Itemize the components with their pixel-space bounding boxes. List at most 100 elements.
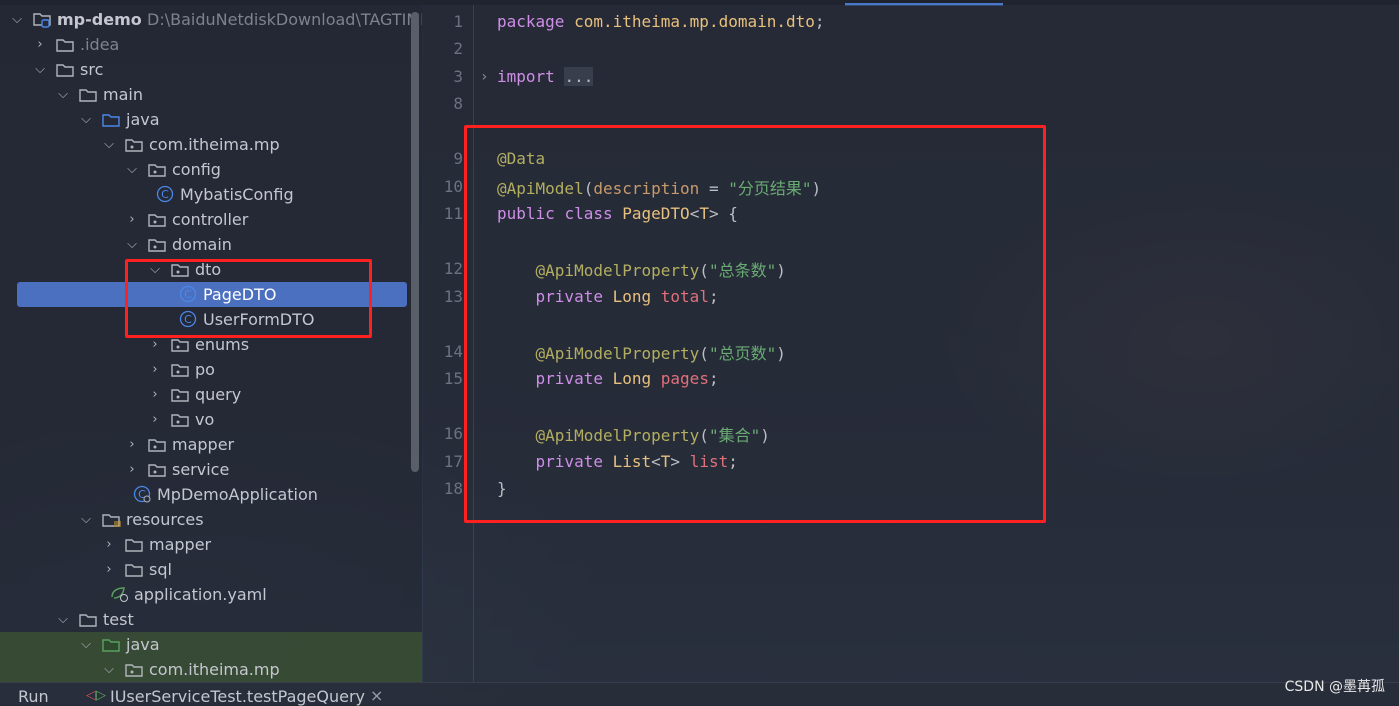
tree-item-label: resources bbox=[126, 510, 204, 529]
tree-item[interactable]: › controller bbox=[0, 207, 422, 232]
line-number: 11 bbox=[443, 204, 463, 223]
code-line[interactable]: 8 bbox=[423, 90, 1399, 117]
chevron-down-icon[interactable]: ⌵ bbox=[56, 87, 70, 102]
tree-item[interactable]: ⌵ com.itheima.mp bbox=[0, 657, 422, 682]
tree-item[interactable]: ⌵ domain bbox=[0, 232, 422, 257]
tree-item[interactable]: › mapper bbox=[0, 532, 422, 557]
chevron-right-icon[interactable]: › bbox=[102, 562, 116, 577]
chevron-right-icon[interactable]: › bbox=[125, 212, 139, 227]
tree-item-label: MpDemoApplication bbox=[157, 485, 318, 504]
tree-item[interactable]: › mapper bbox=[0, 432, 422, 457]
spring-boot-class-icon: C bbox=[133, 485, 151, 503]
tree-item-label: vo bbox=[195, 410, 215, 429]
line-number: 12 bbox=[443, 259, 463, 278]
resources-folder-icon bbox=[102, 512, 121, 527]
tree-item-label: com.itheima.mp bbox=[149, 135, 280, 154]
package-icon bbox=[148, 237, 166, 252]
chevron-down-icon[interactable]: ⌵ bbox=[79, 512, 93, 527]
tree-item-label: service bbox=[172, 460, 230, 479]
chevron-down-icon[interactable]: ⌵ bbox=[79, 637, 93, 652]
package-icon bbox=[148, 437, 166, 452]
tree-item[interactable]: C MybatisConfig bbox=[0, 182, 422, 207]
chevron-down-icon[interactable]: ⌵ bbox=[56, 612, 70, 627]
tree-item[interactable]: › query bbox=[0, 382, 422, 407]
run-tool-label[interactable]: Run bbox=[18, 687, 49, 706]
tree-item[interactable]: ⌵ test bbox=[0, 607, 422, 632]
line-number: 16 bbox=[443, 424, 463, 443]
project-tree-scrollbar[interactable] bbox=[411, 12, 419, 472]
tree-item-label: query bbox=[195, 385, 242, 404]
tree-item[interactable]: C MpDemoApplication bbox=[0, 482, 422, 507]
highlight-box-code bbox=[464, 125, 1046, 523]
package-icon bbox=[171, 337, 189, 352]
tree-item[interactable]: › po bbox=[0, 357, 422, 382]
code-token: ... bbox=[564, 67, 594, 86]
chevron-down-icon[interactable]: ⌵ bbox=[125, 162, 139, 177]
chevron-right-icon[interactable]: › bbox=[102, 537, 116, 552]
package-icon bbox=[148, 162, 166, 177]
line-number: 9 bbox=[453, 149, 463, 168]
tree-item-label: mapper bbox=[149, 535, 212, 554]
package-icon bbox=[125, 137, 143, 152]
code-token: ; bbox=[814, 12, 825, 31]
class-icon: C bbox=[156, 185, 174, 203]
tree-item[interactable]: ⌵ resources bbox=[0, 507, 422, 532]
chevron-down-icon[interactable]: ⌵ bbox=[125, 237, 139, 252]
chevron-right-icon[interactable]: › bbox=[125, 437, 139, 452]
chevron-right-icon[interactable]: › bbox=[148, 362, 162, 377]
tree-item[interactable]: ⌵ src bbox=[0, 57, 422, 82]
tree-item-label: config bbox=[172, 160, 221, 179]
bottom-tool-bar: Run ◁▷ IUserServiceTest.testPageQuery × bbox=[0, 682, 1399, 706]
package-icon bbox=[148, 462, 166, 477]
chevron-right-icon[interactable]: › bbox=[148, 387, 162, 402]
run-tab[interactable]: IUserServiceTest.testPageQuery bbox=[110, 687, 365, 706]
chevron-down-icon[interactable]: ⌵ bbox=[10, 12, 24, 27]
tree-item-label: main bbox=[103, 85, 143, 104]
tree-item[interactable]: ⌵ main bbox=[0, 82, 422, 107]
package-icon bbox=[171, 387, 189, 402]
tree-item[interactable]: ⌵ java bbox=[0, 632, 422, 657]
module-icon bbox=[33, 12, 51, 28]
package-icon bbox=[148, 212, 166, 227]
tree-item[interactable]: › .idea bbox=[0, 32, 422, 57]
tree-item[interactable]: › service bbox=[0, 457, 422, 482]
chevron-down-icon[interactable]: ⌵ bbox=[102, 137, 116, 152]
code-line[interactable]: 2 bbox=[423, 35, 1399, 62]
test-folder-icon bbox=[102, 637, 120, 652]
code-line[interactable]: 1 package com.itheima.mp.domain.dto; bbox=[423, 8, 1399, 35]
chevron-right-icon[interactable]: › bbox=[148, 412, 162, 427]
tree-item[interactable]: › sql bbox=[0, 557, 422, 582]
chevron-right-icon[interactable]: › bbox=[125, 462, 139, 477]
tree-item[interactable]: › vo bbox=[0, 407, 422, 432]
line-number: 3 bbox=[453, 67, 463, 86]
tree-item-label: mapper bbox=[172, 435, 235, 454]
tree-item-label: controller bbox=[172, 210, 249, 229]
tree-item[interactable]: ⌵ mp-demo D:\BaiduNetdiskDownload\TAGTIME bbox=[0, 7, 422, 32]
folder-icon bbox=[79, 87, 97, 102]
fold-chevron-icon[interactable]: › bbox=[480, 69, 488, 85]
chevron-right-icon[interactable]: › bbox=[33, 37, 47, 52]
package-icon bbox=[171, 412, 189, 427]
highlight-box-dto bbox=[125, 259, 372, 338]
tree-item-label: test bbox=[103, 610, 134, 629]
chevron-down-icon[interactable]: ⌵ bbox=[79, 112, 93, 127]
line-number: 2 bbox=[453, 39, 463, 58]
tree-item-label: java bbox=[126, 110, 160, 129]
chevron-down-icon[interactable]: ⌵ bbox=[33, 62, 47, 77]
svg-text:C: C bbox=[161, 188, 169, 201]
close-tab-icon[interactable]: × bbox=[370, 686, 383, 705]
line-number: 17 bbox=[443, 452, 463, 471]
tree-item[interactable]: ⌵ com.itheima.mp bbox=[0, 132, 422, 157]
tree-item-label: application.yaml bbox=[134, 585, 267, 604]
line-number: 8 bbox=[453, 94, 463, 113]
chevron-down-icon[interactable]: ⌵ bbox=[102, 662, 116, 677]
tree-item[interactable]: ⌵ config bbox=[0, 157, 422, 182]
tree-item-label: java bbox=[126, 635, 160, 654]
tree-item[interactable]: application.yaml bbox=[0, 582, 422, 607]
code-line[interactable]: 3 › import ... bbox=[423, 63, 1399, 90]
tree-item[interactable]: ⌵ java bbox=[0, 107, 422, 132]
chevron-right-icon[interactable]: › bbox=[148, 337, 162, 352]
tree-item-label: po bbox=[195, 360, 215, 379]
folder-icon bbox=[79, 612, 97, 627]
